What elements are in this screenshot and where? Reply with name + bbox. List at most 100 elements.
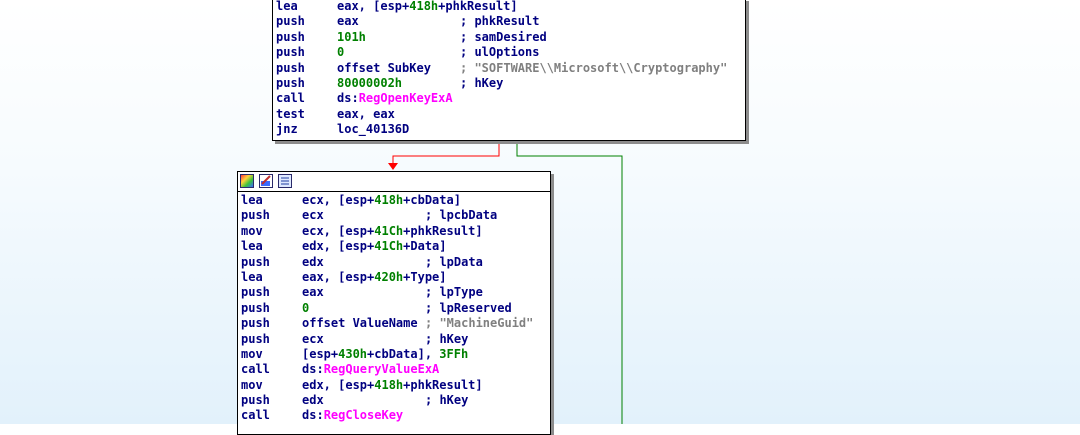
- operand-text: ds:: [302, 408, 324, 423]
- function-name[interactable]: RegOpenKeyExA: [359, 91, 453, 105]
- operand-text: ecx, [esp+: [302, 193, 375, 207]
- operands: edx: [302, 393, 324, 408]
- operands: ecx, [esp+418h+cbData]: [302, 193, 461, 208]
- instruction-line[interactable]: push ecx ; hKey: [238, 332, 550, 347]
- mnemonic: lea: [241, 269, 263, 284]
- mnemonic: push: [241, 254, 270, 269]
- comment-text: ; ulOptions: [460, 45, 540, 60]
- mnemonic: push: [241, 285, 270, 300]
- basic-block-regopenkey[interactable]: lea eax, [esp+418h+phkResult] push eax ; phk…: [272, 0, 746, 141]
- comment-text: ; lpData: [425, 254, 483, 269]
- comment-text: ; lpType: [425, 285, 483, 300]
- operands: edx, [esp+418h+phkResult]: [302, 378, 483, 393]
- operand-text: [esp+: [302, 346, 339, 361]
- operands: ds:RegOpenKeyExA: [337, 91, 453, 106]
- node-text-icon[interactable]: [278, 174, 292, 188]
- instruction-line[interactable]: lea eax, [esp+418h+phkResult]: [273, 0, 745, 14]
- graph-color-icon[interactable]: [240, 174, 254, 188]
- operands: eax: [302, 285, 324, 300]
- operand-text: edx, [esp+: [302, 239, 375, 254]
- instruction-line[interactable]: push edx ; lpData: [238, 255, 550, 270]
- operand-text: ds:: [337, 91, 359, 106]
- false-branch-arrowhead: [388, 163, 398, 170]
- instruction-line[interactable]: lea edx, [esp+41Ch+Data]: [238, 239, 550, 254]
- instruction-line[interactable]: push 0 ; ulOptions: [273, 45, 745, 60]
- comment: ; lpReserved: [425, 301, 512, 316]
- instruction-line[interactable]: push ecx ; lpcbData: [238, 208, 550, 223]
- comment-text: ; lpcbData: [425, 208, 498, 223]
- comment: ; phkResult: [460, 14, 539, 29]
- instruction-line[interactable]: mov [esp+430h+cbData], 3FFh: [238, 347, 550, 362]
- immediate-value: 418h: [374, 193, 404, 207]
- instruction-line[interactable]: push offset ValueName ; "MachineGuid": [238, 316, 550, 331]
- operand-text: +Data]: [403, 239, 447, 254]
- operands: ecx, [esp+41Ch+phkResult]: [302, 224, 483, 239]
- false-branch-edge: [392, 140, 500, 164]
- mnemonic: push: [276, 75, 305, 90]
- operands: offset SubKey: [337, 61, 431, 76]
- instruction-line[interactable]: push 0 ; lpReserved: [238, 301, 550, 316]
- operands: eax, eax: [337, 107, 395, 122]
- comment-text: ; phkResult: [460, 14, 540, 29]
- mnemonic: mov: [241, 377, 263, 392]
- operand-text: edx: [302, 254, 324, 269]
- instruction-line[interactable]: push eax ; lpType: [238, 285, 550, 300]
- immediate-value: 420h: [374, 269, 404, 284]
- comment-text: ; lpReserved: [425, 300, 512, 315]
- comment: ; lpData: [425, 255, 483, 270]
- operands: ecx: [302, 208, 324, 223]
- operands: offset ValueName: [302, 316, 418, 331]
- mnemonic: push: [276, 29, 305, 44]
- instruction-line[interactable]: jnz loc_40136D: [273, 122, 745, 137]
- mnemonic: push: [241, 300, 270, 315]
- mnemonic: push: [276, 60, 305, 75]
- instruction-line[interactable]: lea eax, [esp+420h+Type]: [238, 270, 550, 285]
- mnemonic: mov: [241, 223, 263, 238]
- immediate-value: 418h: [374, 377, 404, 392]
- instruction-line[interactable]: call ds:RegQueryValueExA: [238, 362, 550, 377]
- operands: 0: [337, 45, 344, 60]
- function-name[interactable]: RegCloseKey: [324, 408, 403, 422]
- instruction-line[interactable]: push offset SubKey ; "SOFTWARE\\Microsoft\…: [273, 61, 745, 76]
- instruction-line[interactable]: push 101h ; samDesired: [273, 30, 745, 45]
- operand-text: ecx: [302, 208, 324, 223]
- operands: edx: [302, 255, 324, 270]
- operands: 101h: [337, 30, 366, 45]
- operand-text: offset SubKey: [337, 60, 431, 75]
- instruction-line[interactable]: push eax ; phkResult: [273, 14, 745, 29]
- immediate-value: 418h: [409, 0, 439, 13]
- instruction-line[interactable]: mov edx, [esp+418h+phkResult]: [238, 378, 550, 393]
- instruction-line[interactable]: lea ecx, [esp+418h+cbData]: [238, 193, 550, 208]
- mnemonic: mov: [241, 346, 263, 361]
- mnemonic: push: [241, 393, 270, 408]
- mnemonic: push: [276, 45, 305, 60]
- operands: loc_40136D: [337, 122, 409, 137]
- comment: ; lpType: [425, 285, 483, 300]
- immediate-value: 80000002h: [337, 75, 403, 90]
- basic-block-regqueryvalue[interactable]: lea ecx, [esp+418h+cbData] push ecx; lpcbDa…: [237, 171, 551, 435]
- instruction-line[interactable]: push edx ; hKey: [238, 393, 550, 408]
- operand-text: +Type]: [403, 269, 447, 284]
- mnemonic: jnz: [276, 122, 298, 137]
- operand-text: ds:: [302, 362, 324, 377]
- immediate-value: 0: [302, 300, 310, 315]
- comment: ; samDesired: [460, 30, 547, 45]
- operand-text: ecx: [302, 331, 324, 346]
- mnemonic: push: [241, 316, 270, 331]
- instruction-line[interactable]: push 80000002h ; hKey: [273, 76, 745, 91]
- instruction-line[interactable]: call ds:RegOpenKeyExA: [273, 91, 745, 106]
- function-name[interactable]: RegQueryValueExA: [324, 362, 440, 376]
- instruction-line[interactable]: call ds:RegCloseKey: [238, 408, 550, 423]
- instruction-list: lea eax, [esp+418h+phkResult] push eax ; phk…: [273, 0, 745, 138]
- edit-node-icon[interactable]: [259, 174, 273, 188]
- string-comment: ; "SOFTWARE\\Microsoft\\Cryptography": [460, 60, 728, 75]
- operand-text: +phkResult]: [403, 223, 483, 238]
- string-comment: ; "MachineGuid": [425, 316, 534, 331]
- instruction-line[interactable]: test eax, eax: [273, 107, 745, 122]
- immediate-value: 0: [337, 45, 345, 60]
- immediate-value: 41Ch: [374, 239, 404, 254]
- mnemonic: push: [276, 14, 305, 29]
- immediate-value: 430h: [338, 346, 368, 361]
- instruction-line[interactable]: mov ecx, [esp+41Ch+phkResult]: [238, 224, 550, 239]
- instruction-list: lea ecx, [esp+418h+cbData] push ecx; lpcbDa…: [238, 193, 550, 424]
